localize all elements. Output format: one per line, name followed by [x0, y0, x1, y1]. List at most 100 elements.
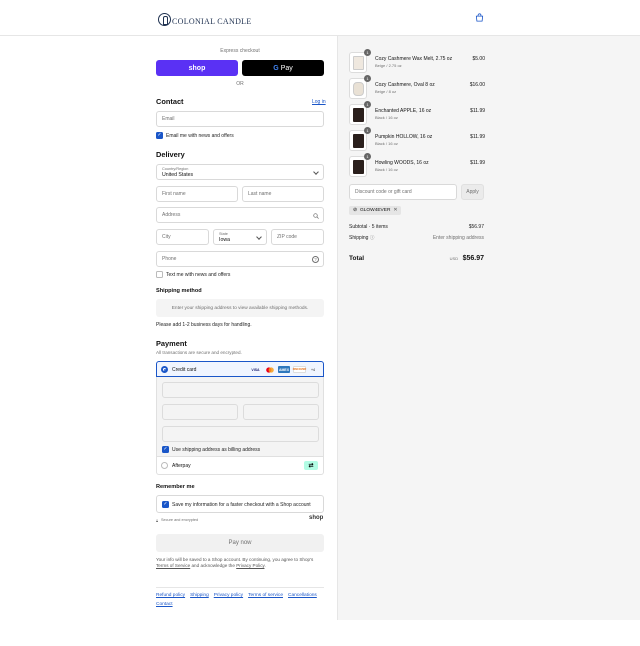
jar-candle-image — [353, 160, 364, 174]
apply-discount-button[interactable]: Apply — [461, 184, 484, 200]
product-name: Howling WOODS, 16 oz — [375, 160, 429, 166]
afterpay-radio[interactable] — [161, 462, 168, 469]
remove-code-icon[interactable]: ✕ — [393, 208, 397, 213]
chevron-down-icon — [313, 169, 319, 175]
address-field[interactable]: Address — [156, 207, 324, 223]
quantity-badge: 1 — [364, 153, 371, 160]
shop-pay-label: shop — [188, 64, 206, 72]
quantity-badge: 1 — [364, 101, 371, 108]
footer-link-refund[interactable]: Refund policy — [156, 593, 185, 598]
search-icon — [313, 213, 319, 219]
pay-now-button[interactable]: Pay now — [156, 534, 324, 552]
phone-placeholder: Phone — [162, 256, 177, 262]
footer-link-privacy[interactable]: Privacy policy — [214, 593, 243, 598]
card-number-field[interactable] — [162, 382, 319, 398]
checkout-page: { "brand": {"name": "Colonial Candle"}, … — [0, 0, 640, 646]
total-value: $56.97 — [462, 255, 484, 262]
shipping-method-info: Enter your shipping address to view avai… — [156, 299, 324, 317]
brand-logo[interactable]: Colonial Candle — [158, 10, 252, 28]
cart-item: 1 Pumpkin HOLLOW, 16 oz Black / 16 oz $1… — [349, 127, 485, 152]
payment-subtitle: All transactions are secure and encrypte… — [156, 350, 242, 355]
credit-card-option[interactable]: Credit card VISA AMEX DISCOVER +4 — [156, 361, 324, 377]
card-logos: VISA AMEX DISCOVER +4 — [250, 366, 317, 373]
state-select[interactable]: State Iowa — [213, 229, 267, 245]
country-value: United States — [162, 172, 194, 178]
cart-item: 1 Cozy Cashmere Wax Melt, 2.75 oz Beige … — [349, 49, 485, 74]
handling-note: Please add 1-2 business days for handlin… — [156, 322, 252, 328]
billing-address-label: Use shipping address as billing address — [172, 447, 261, 453]
text-news-checkbox[interactable] — [156, 271, 163, 278]
shipping-row: Shipping ⓘ Enter shipping address — [349, 235, 484, 241]
state-label: State — [219, 232, 228, 236]
footer-link-terms[interactable]: Terms of service — [248, 593, 283, 598]
help-icon[interactable]: ? — [312, 256, 319, 263]
site-header: Colonial Candle — [0, 0, 640, 36]
pay-now-label: Pay now — [228, 540, 252, 546]
wax-melt-image — [353, 56, 364, 70]
country-select[interactable]: Country/Region United States — [156, 164, 324, 180]
discount-code-input[interactable]: Discount code or gift card — [349, 184, 457, 200]
info-icon[interactable]: ⓘ — [370, 235, 375, 240]
security-code-field[interactable] — [243, 404, 319, 420]
shipping-method-info-text: Enter your shipping address to view avai… — [171, 305, 309, 311]
product-name: Cozy Cashmere, Oval 8 oz — [375, 82, 435, 88]
total-label: Total — [349, 255, 365, 262]
lock-icon: 🔒︎ — [156, 518, 159, 523]
shop-pay-button[interactable]: shop — [156, 60, 238, 76]
first-name-field[interactable]: First name — [156, 186, 238, 202]
city-field[interactable]: City — [156, 229, 209, 245]
product-price: $11.99 — [470, 134, 485, 140]
zip-placeholder: ZIP code — [277, 234, 297, 240]
email-news-label: Email me with news and offers — [166, 133, 234, 139]
expiration-field[interactable] — [162, 404, 238, 420]
payment-heading: Payment — [156, 339, 187, 348]
chevron-down-icon — [256, 234, 262, 240]
secure-encrypted-label: Secure and encrypted — [161, 518, 199, 522]
cart-item: 1 Enchanted APPLE, 16 oz Black / 16 oz $… — [349, 101, 485, 126]
credit-card-radio[interactable] — [161, 366, 168, 373]
cart-item: 1 Howling WOODS, 16 oz Black / 16 oz $11… — [349, 153, 485, 178]
shipping-method-heading: Shipping method — [156, 288, 202, 294]
shop-logo: shop — [309, 515, 324, 521]
google-g-icon: G — [273, 64, 279, 72]
oval-candle-image — [353, 82, 364, 96]
currency-label: USD — [449, 256, 459, 261]
quantity-badge: 1 — [364, 75, 371, 82]
afterpay-label: Afterpay — [172, 463, 191, 469]
save-info-label: Save my information for a faster checkou… — [172, 502, 311, 508]
quantity-badge: 1 — [364, 49, 371, 56]
name-on-card-field[interactable] — [162, 426, 319, 442]
applied-code: GLOW4EVER — [360, 208, 391, 213]
subtotal-row: Subtotal · 5 items $56.97 — [349, 224, 484, 230]
save-info-checkbox[interactable]: ✓ — [162, 501, 169, 508]
billing-address-checkbox[interactable]: ✓ — [162, 446, 169, 453]
product-name: Enchanted APPLE, 16 oz — [375, 108, 432, 114]
product-price: $5.00 — [472, 56, 485, 62]
login-link[interactable]: Log in — [312, 99, 326, 105]
shopping-bag-icon[interactable] — [475, 13, 484, 22]
footer-link-contact[interactable]: Contact — [156, 602, 173, 607]
country-label: Country/Region — [162, 167, 189, 171]
footer-divider — [156, 587, 324, 588]
email-field[interactable]: Email — [156, 111, 324, 127]
shop-privacy-link[interactable]: Privacy Policy — [236, 563, 264, 568]
shop-terms-link[interactable]: Terms of Service — [156, 563, 190, 568]
google-pay-button[interactable]: G Pay — [242, 60, 324, 76]
amex-icon: AMEX — [278, 366, 290, 373]
jar-candle-image — [353, 108, 364, 122]
discount-placeholder: Discount code or gift card — [355, 189, 412, 195]
zip-field[interactable]: ZIP code — [271, 229, 324, 245]
visa-icon: VISA — [251, 367, 260, 372]
email-news-checkbox[interactable]: ✓ — [156, 132, 163, 139]
last-name-field[interactable]: Last name — [242, 186, 324, 202]
subtotal-value: $56.97 — [468, 224, 484, 230]
footer-link-shipping[interactable]: Shipping — [190, 593, 209, 598]
quantity-badge: 1 — [364, 127, 371, 134]
footer-link-cancellations[interactable]: Cancellations — [288, 593, 317, 598]
product-name: Cozy Cashmere Wax Melt, 2.75 oz — [375, 56, 453, 62]
total-row: Total USD $56.97 — [349, 247, 484, 265]
legal-text-3: . — [264, 563, 266, 568]
afterpay-option[interactable]: Afterpay ⇄ — [156, 457, 324, 475]
phone-field[interactable]: Phone ? — [156, 251, 324, 267]
last-name-placeholder: Last name — [248, 191, 272, 197]
